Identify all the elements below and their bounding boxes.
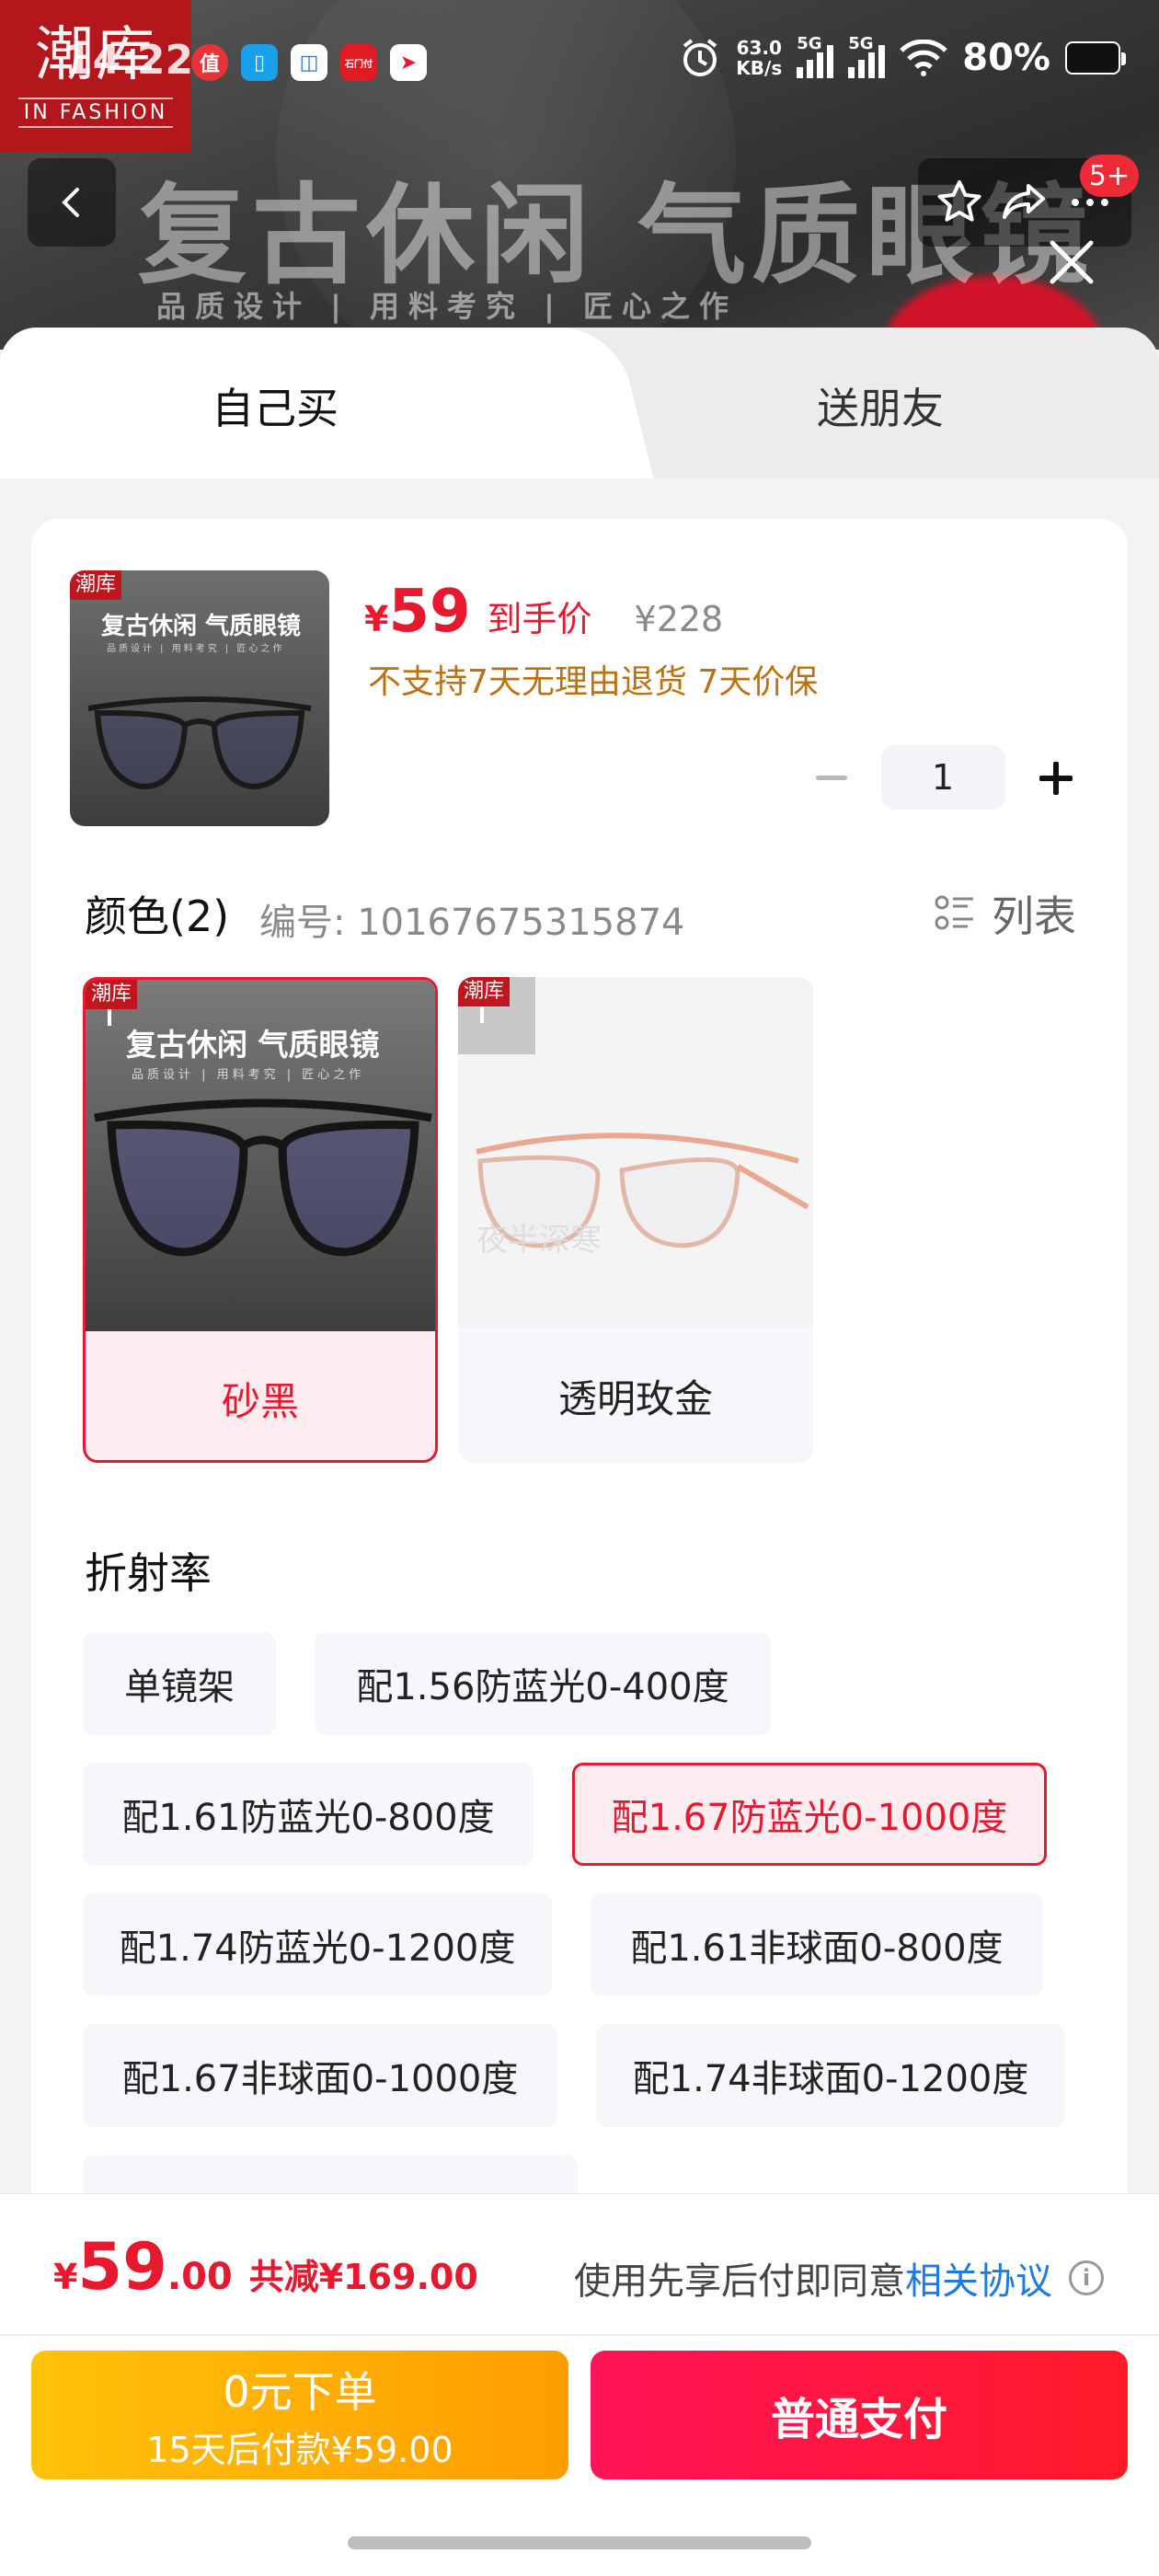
final-price: 59 [388, 578, 471, 646]
shopping-app-icon: ➤ [390, 44, 427, 81]
zero-down-order-button[interactable]: 0元下单 15天后付款¥59.00 [31, 2351, 568, 2479]
lens-option-174-blue[interactable]: 配1.74防蓝光0-1200度 [83, 1893, 552, 1996]
total-currency: ¥ [53, 2257, 78, 2297]
battery-percent: 80% [962, 37, 1050, 79]
app-notification-icon: 值 [191, 44, 228, 81]
battery-icon [1065, 41, 1126, 75]
color-section-title: 颜色(2) [85, 891, 230, 941]
purchase-tabs: 自己买 送朋友 [0, 328, 1159, 478]
signal-2: 5G [848, 34, 886, 78]
return-policy: 不支持7天无理由退货 7天价保 [368, 663, 819, 701]
option-brand-tag: 潮库 [86, 980, 138, 1010]
list-view-toggle[interactable]: 列表 [933, 883, 1076, 944]
home-indicator[interactable] [348, 2536, 811, 2549]
list-icon [935, 895, 973, 930]
color-option-clear-rose-gold[interactable]: 潮库 夜半深寒 透明玫金 [458, 977, 813, 1463]
sku-number: 编号: 10167675315874 [259, 902, 685, 944]
quantity-value[interactable]: 1 [880, 745, 1005, 810]
quantity-increase-button[interactable] [1024, 745, 1086, 810]
lens-option-174-aspheric[interactable]: 配1.74非球面0-1200度 [596, 2024, 1065, 2127]
pay-app-icon: 石门付 [340, 44, 377, 81]
star-icon[interactable] [934, 177, 985, 228]
agreement-text: 使用先享后付即同意 [574, 2260, 905, 2303]
agreement-link[interactable]: 相关协议 [905, 2251, 1052, 2305]
bank-app-icon: ◫ [291, 44, 327, 81]
close-icon[interactable] [1039, 230, 1104, 294]
option-brand-tag: 潮库 [458, 977, 511, 1007]
price-currency: ¥ [364, 599, 389, 639]
phone-app-icon: ▯ [241, 44, 278, 81]
clear-glasses-image [476, 1133, 809, 1248]
signal-1: 5G [797, 34, 834, 78]
back-icon [62, 188, 79, 217]
status-bar: 14:22 值 ▯ ◫ 石门付 ➤ 63.0 KB/s 5G 5G 80% [0, 0, 1159, 120]
net-speed-value: 63.0 [736, 37, 782, 59]
signal-1-label: 5G [797, 34, 822, 53]
thumbnail-brand-tag: 潮库 [70, 570, 122, 601]
total-reduction: 共减¥169.00 [248, 2257, 478, 2297]
tab-gift-friend[interactable]: 送朋友 [817, 375, 944, 436]
signal-2-label: 5G [848, 34, 874, 53]
glasses-image [87, 696, 312, 790]
lens-option-frame-only[interactable]: 单镜架 [83, 1632, 276, 1735]
final-price-label: 到手价 [487, 599, 592, 639]
net-speed-unit: KB/s [736, 57, 783, 79]
total-price-decimal: .00 [166, 2256, 233, 2298]
wifi-icon [900, 40, 948, 76]
zero-order-sublabel: 15天后付款¥59.00 [146, 2429, 453, 2470]
color-option-sand-black[interactable]: 潮库 复古休闲 气质眼镜 品质设计 | 用料考究 | 匠心之作 砂黑 [83, 977, 438, 1463]
back-button[interactable] [28, 158, 116, 247]
quantity-decrease-button[interactable] [800, 745, 863, 810]
list-view-label: 列表 [992, 891, 1076, 941]
info-icon[interactable]: i [1069, 2260, 1104, 2295]
thumbnail-subtitle: 品质设计 | 用料考究 | 匠心之作 [107, 644, 285, 654]
normal-pay-button[interactable]: 普通支付 [591, 2351, 1128, 2479]
checkout-divider [0, 2334, 1159, 2336]
lens-option-161-aspheric[interactable]: 配1.61非球面0-800度 [591, 1893, 1043, 1996]
color-option-label: 透明玫金 [557, 1375, 713, 1421]
color-option-image: 潮库 复古休闲 气质眼镜 品质设计 | 用料考究 | 匠心之作 [86, 980, 435, 1331]
agreement-notice: 使用先享后付即同意 相关协议 i [574, 2251, 1104, 2305]
alarm-icon [683, 39, 717, 76]
original-price: ¥228 [634, 599, 724, 639]
total-price-integer: 59 [77, 2229, 167, 2305]
quantity-stepper: 1 [800, 745, 1085, 810]
price-row: ¥ 59 到手价 ¥228 [364, 578, 723, 646]
lens-option-161-blue[interactable]: 配1.61防蓝光0-800度 [83, 1763, 534, 1866]
cart-count-badge: 5+ [1079, 155, 1139, 197]
lens-option-156-blue[interactable]: 配1.56防蓝光0-400度 [315, 1632, 771, 1735]
product-thumbnail: 潮库 复古休闲 气质眼镜 品质设计 | 用料考究 | 匠心之作 [70, 570, 329, 826]
option-image-subtitle: 品质设计 | 用料考究 | 匠心之作 [132, 1068, 365, 1082]
minus-icon [815, 775, 847, 780]
refraction-section-title: 折射率 [85, 1548, 212, 1598]
image-watermark: 夜半深寒 [476, 1222, 602, 1259]
thumbnail-title: 复古休闲 气质眼镜 [101, 613, 302, 640]
lens-option-167-blue[interactable]: 配1.67防蓝光0-1000度 [572, 1763, 1047, 1866]
banner-subtitle: 品质设计 | 用料考究 | 匠心之作 [156, 289, 738, 324]
color-option-image: 潮库 夜半深寒 [458, 977, 813, 1328]
total-price: ¥ 59 .00 共减¥169.00 [53, 2229, 478, 2305]
option-image-title: 复古休闲 气质眼镜 [126, 1027, 380, 1063]
status-time: 14:22 [64, 37, 194, 84]
zero-order-label: 0元下单 [223, 2366, 377, 2417]
share-icon[interactable] [999, 177, 1050, 228]
net-speed: 63.0 KB/s [736, 38, 782, 78]
color-option-label: 砂黑 [221, 1378, 299, 1424]
tab-buy-self[interactable]: 自己买 [212, 375, 339, 436]
lens-option-167-aspheric[interactable]: 配1.67非球面0-1000度 [83, 2024, 557, 2127]
checkout-bar: ¥ 59 .00 共减¥169.00 使用先享后付即同意 相关协议 i 0元下单… [0, 2193, 1159, 2576]
